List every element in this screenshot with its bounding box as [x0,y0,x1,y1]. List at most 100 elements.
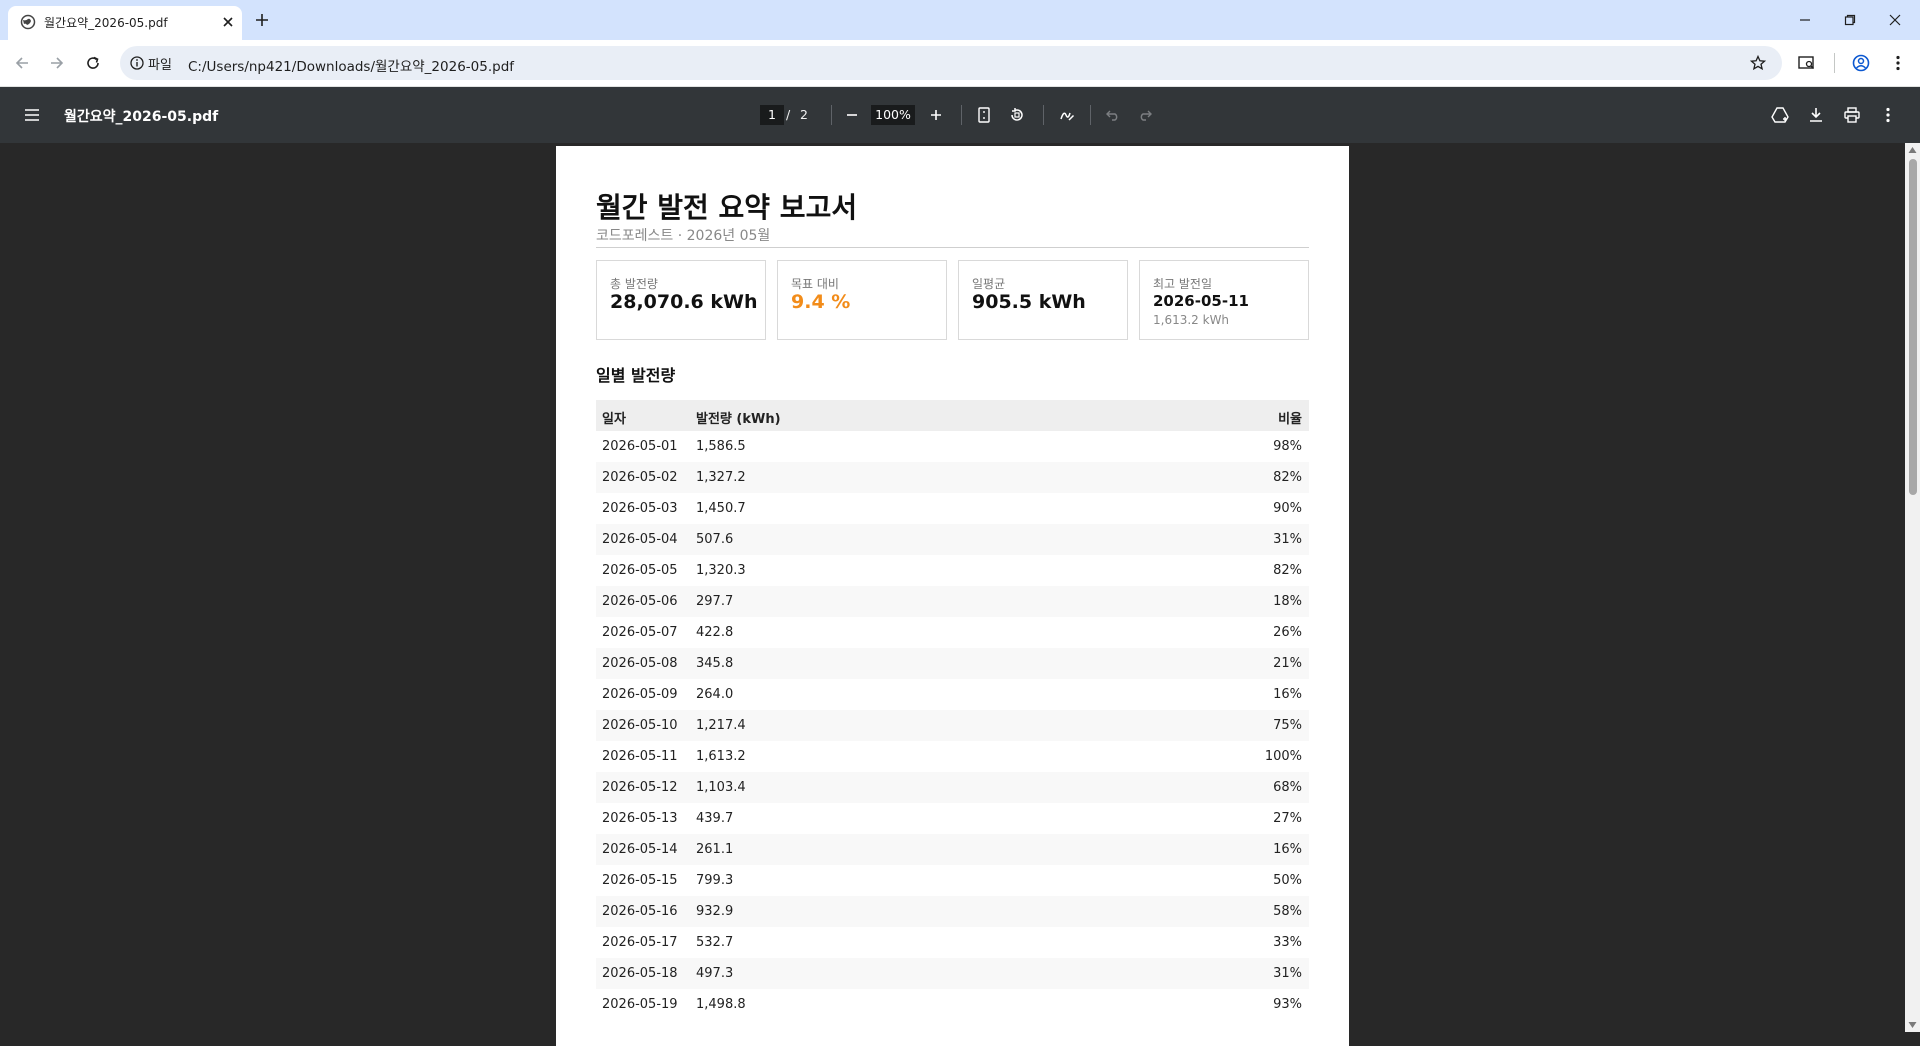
close-tab-icon[interactable] [220,14,236,30]
minimize-icon[interactable] [1793,8,1817,32]
row-generation: 1,586.5 [696,439,746,454]
address-bar[interactable]: 파일 C:/Users/np421/Downloads/월간요약_2026-05… [120,46,1782,80]
row-date: 2026-05-07 [602,625,678,640]
drive-save-icon[interactable] [1768,103,1792,127]
pdf-divider [1090,105,1091,125]
row-ratio: 18% [1273,594,1302,609]
row-date: 2026-05-05 [602,563,678,578]
reload-icon[interactable] [81,51,105,75]
undo-icon[interactable] [1101,103,1125,127]
row-ratio: 26% [1273,625,1302,640]
more-actions-icon[interactable] [1876,103,1900,127]
row-date: 2026-05-12 [602,780,678,795]
row-ratio: 31% [1273,532,1302,547]
row-date: 2026-05-11 [602,749,678,764]
row-date: 2026-05-01 [602,439,678,454]
card-subvalue: 1,613.2 kWh [1153,313,1230,327]
row-generation: 1,320.3 [696,563,746,578]
restore-icon[interactable] [1838,8,1862,32]
globe-icon [20,14,36,30]
document-title: 월간 발전 요약 보고서 [596,191,858,224]
row-date: 2026-05-09 [602,687,678,702]
info-icon [130,56,144,70]
table-row: 2026-05-10 1,217.4 75% [596,710,1309,741]
row-ratio: 31% [1273,966,1302,981]
page-number-input[interactable]: 1 [760,105,784,125]
menu-kebab-icon[interactable] [1886,51,1910,75]
card-value: 28,070.6 kWh [610,291,758,313]
daily-generation-table: 일자 발전량 (kWh) 비율 2026-05-01 1,586.5 98% 2026… [596,400,1309,1020]
summary-cards: 총 발전량 28,070.6 kWh 목표 대비 9.4 % 일평균 905.5… [596,260,1309,340]
card-value: 9.4 % [791,291,851,313]
row-generation: 532.7 [696,935,734,950]
page-total: 2 [800,107,808,122]
card-value: 2026-05-11 [1153,292,1249,310]
bookmark-star-icon[interactable] [1748,53,1768,73]
url-text[interactable]: C:/Users/np421/Downloads/월간요약_2026-05.pd… [188,55,514,75]
row-generation: 439.7 [696,811,734,826]
row-generation: 1,327.2 [696,470,746,485]
new-tab-icon[interactable] [252,10,272,30]
back-icon[interactable] [10,51,34,75]
table-row: 2026-05-16 932.9 58% [596,896,1309,927]
header-ratio: 비율 [1278,412,1302,427]
row-ratio: 93% [1273,997,1302,1012]
pdf-toolbar: 월간요약_2026-05.pdf 1 / 2 100% [0,87,1920,143]
tab-strip: 월간요약_2026-05.pdf [0,0,1920,40]
table-row: 2026-05-15 799.3 50% [596,865,1309,896]
zoom-out-icon[interactable] [840,103,864,127]
zoom-input[interactable]: 100% [871,105,915,125]
sidebar-menu-icon[interactable] [20,103,44,127]
title-divider [596,247,1309,248]
row-date: 2026-05-16 [602,904,678,919]
row-ratio: 90% [1273,501,1302,516]
search-tabs-icon[interactable] [1795,51,1819,75]
row-ratio: 68% [1273,780,1302,795]
forward-icon[interactable] [45,51,69,75]
vertical-scrollbar[interactable] [1905,143,1920,1032]
pdf-viewport[interactable]: 월간 발전 요약 보고서 코드포레스트 · 2026년 05월 총 발전량 28… [0,143,1920,1046]
redo-icon[interactable] [1133,103,1157,127]
document-subtitle: 코드포레스트 · 2026년 05월 [596,228,771,244]
summary-card-daily-avg: 일평균 905.5 kWh [958,260,1128,340]
profile-icon[interactable] [1849,51,1873,75]
fit-page-icon[interactable] [972,103,996,127]
row-date: 2026-05-08 [602,656,678,671]
card-label: 일평균 [972,277,1006,291]
header-generation: 발전량 (kWh) [696,412,781,427]
browser-tab[interactable]: 월간요약_2026-05.pdf [8,6,242,40]
scroll-down-arrow-icon[interactable] [1908,1021,1917,1029]
row-generation: 1,217.4 [696,718,746,733]
section-title: 일별 발전량 [596,366,676,385]
row-generation: 1,450.7 [696,501,746,516]
scroll-up-arrow-icon[interactable] [1908,146,1917,154]
row-ratio: 50% [1273,873,1302,888]
download-icon[interactable] [1804,103,1828,127]
print-icon[interactable] [1840,103,1864,127]
row-generation: 422.8 [696,625,734,640]
annotate-icon[interactable] [1055,103,1079,127]
row-ratio: 98% [1273,439,1302,454]
row-date: 2026-05-06 [602,594,678,609]
row-generation: 932.9 [696,904,734,919]
browser-toolbar: 파일 C:/Users/np421/Downloads/월간요약_2026-05… [0,40,1920,87]
close-window-icon[interactable] [1883,8,1907,32]
pdf-file-title: 월간요약_2026-05.pdf [64,109,219,125]
row-date: 2026-05-04 [602,532,678,547]
row-ratio: 27% [1273,811,1302,826]
row-generation: 345.8 [696,656,734,671]
scrollbar-thumb[interactable] [1909,159,1917,495]
summary-card-total: 총 발전량 28,070.6 kWh [596,260,766,340]
zoom-in-icon[interactable] [924,103,948,127]
row-date: 2026-05-13 [602,811,678,826]
row-ratio: 75% [1273,718,1302,733]
row-generation: 264.0 [696,687,734,702]
row-generation: 1,498.8 [696,997,746,1012]
row-ratio: 21% [1273,656,1302,671]
table-row: 2026-05-14 261.1 16% [596,834,1309,865]
table-row: 2026-05-07 422.8 26% [596,617,1309,648]
rotate-icon[interactable] [1005,103,1029,127]
site-info-chip[interactable]: 파일 [130,51,172,75]
table-row: 2026-05-09 264.0 16% [596,679,1309,710]
row-date: 2026-05-02 [602,470,678,485]
